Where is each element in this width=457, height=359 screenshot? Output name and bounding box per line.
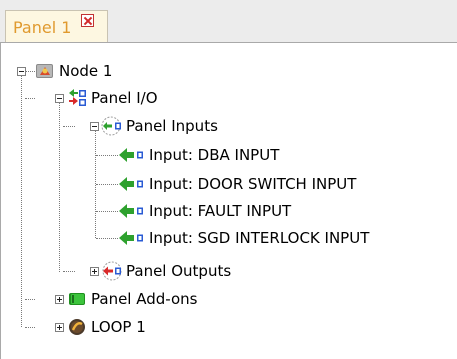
tree-item-input[interactable]: Input: FAULT INPUT <box>149 201 291 221</box>
expand-panel-addons-icon[interactable] <box>55 295 64 304</box>
tree-connector <box>25 299 35 300</box>
collapse-panel-io-icon[interactable] <box>55 94 64 103</box>
tree-connector <box>63 126 75 127</box>
node-icon <box>36 64 53 78</box>
tree-connector <box>96 155 118 156</box>
tab-strip: Panel 1 <box>0 0 457 42</box>
tab-label: Panel 1 <box>13 18 72 37</box>
expand-panel-outputs-icon[interactable] <box>90 267 99 276</box>
collapse-node-1-icon[interactable] <box>17 67 26 76</box>
close-icon[interactable] <box>81 14 94 27</box>
input-arrow-icon <box>119 177 143 191</box>
tree-item-input[interactable]: Input: DBA INPUT <box>149 145 279 165</box>
tree-item-input[interactable]: Input: SGD INTERLOCK INPUT <box>149 228 369 248</box>
expand-loop-1-icon[interactable] <box>55 323 64 332</box>
tree-connector <box>25 71 35 72</box>
collapse-panel-inputs-icon[interactable] <box>90 122 99 131</box>
tree-item-panel-addons[interactable]: Panel Add-ons <box>91 289 197 309</box>
tree-item-node-1[interactable]: Node 1 <box>59 61 112 81</box>
tree-view[interactable]: Node 1 Panel I/O Panel Inputs Input: DBA… <box>0 42 457 359</box>
tree-connector <box>21 75 22 327</box>
tree-connector <box>63 271 75 272</box>
panel-io-icon <box>69 89 86 106</box>
input-arrow-icon <box>119 231 143 245</box>
tree-connector <box>59 102 60 272</box>
tree-connector <box>96 184 118 185</box>
input-arrow-icon <box>119 148 143 162</box>
tree-item-input[interactable]: Input: DOOR SWITCH INPUT <box>149 174 356 194</box>
tree-item-panel-outputs[interactable]: Panel Outputs <box>126 261 231 281</box>
loop-icon <box>69 319 85 335</box>
tree-connector <box>96 211 118 212</box>
tree-item-panel-inputs[interactable]: Panel Inputs <box>126 116 218 136</box>
tree-item-panel-io[interactable]: Panel I/O <box>91 88 158 108</box>
tree-connector <box>25 327 35 328</box>
panel-addons-icon <box>69 293 85 305</box>
tree-connector <box>25 98 35 99</box>
panel-outputs-icon <box>102 261 122 281</box>
tree-connector <box>96 238 118 239</box>
panel-inputs-icon <box>101 116 121 136</box>
input-arrow-icon <box>119 204 143 218</box>
tree-item-loop-1[interactable]: LOOP 1 <box>91 317 146 337</box>
tab-panel-1[interactable]: Panel 1 <box>5 10 108 42</box>
